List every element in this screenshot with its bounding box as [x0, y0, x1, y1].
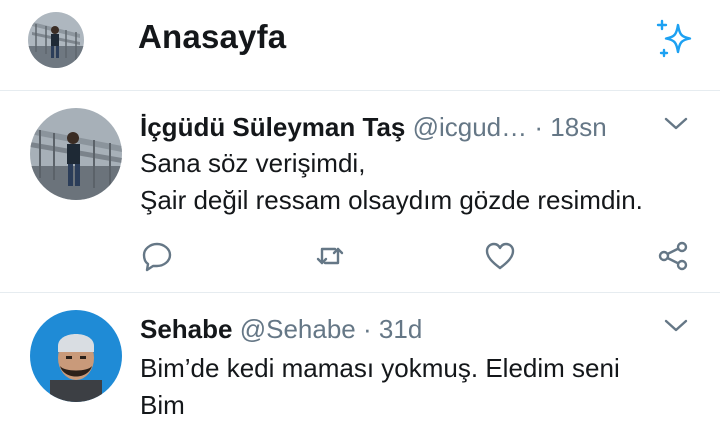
- tweet-header: İçgüdü Süleyman Taş @icgud… · 18sn: [140, 112, 607, 143]
- tweet-text-line: Sana söz verişimdi,: [140, 148, 366, 178]
- tweet-text-line: Şair değil ressam olsaydım gözde resimdi…: [140, 185, 643, 215]
- separator-dot: ·: [363, 314, 372, 344]
- author-name[interactable]: Sehabe: [140, 314, 233, 344]
- heart-icon[interactable]: [483, 239, 517, 273]
- reply-icon[interactable]: [140, 239, 174, 273]
- profile-avatar[interactable]: [28, 12, 84, 68]
- tweet-time[interactable]: 18sn: [550, 112, 606, 142]
- page-title: Anasayfa: [138, 18, 287, 55]
- retweet-icon[interactable]: [313, 239, 347, 273]
- tweet-header: Sehabe @Sehabe · 31d: [140, 314, 422, 345]
- tweet-text: Sana söz verişimdi, Şair değil ressam ol…: [140, 145, 643, 219]
- tweet-divider: [0, 292, 720, 293]
- sparkle-icon[interactable]: [650, 16, 696, 62]
- author-handle[interactable]: @icgud…: [413, 112, 528, 142]
- top-app-bar: Anasayfa: [0, 0, 720, 91]
- tweet-text: Bim’de kedi maması yokmuş. Eledim seni B…: [140, 350, 620, 424]
- chevron-down-icon[interactable]: [662, 114, 690, 134]
- tweet-text-line: Bim’de kedi maması yokmuş. Eledim seni: [140, 353, 620, 383]
- tweet-author-avatar[interactable]: [30, 310, 122, 402]
- tweet-text-line: Bim: [140, 390, 185, 420]
- share-icon[interactable]: [656, 239, 690, 273]
- separator-dot: ·: [534, 112, 544, 142]
- tweet-author-avatar[interactable]: [30, 108, 122, 200]
- author-name[interactable]: İçgüdü Süleyman Taş: [140, 112, 405, 142]
- chevron-down-icon[interactable]: [662, 316, 690, 336]
- author-handle[interactable]: @Sehabe: [240, 314, 356, 344]
- tweet-time[interactable]: 31d: [379, 314, 422, 344]
